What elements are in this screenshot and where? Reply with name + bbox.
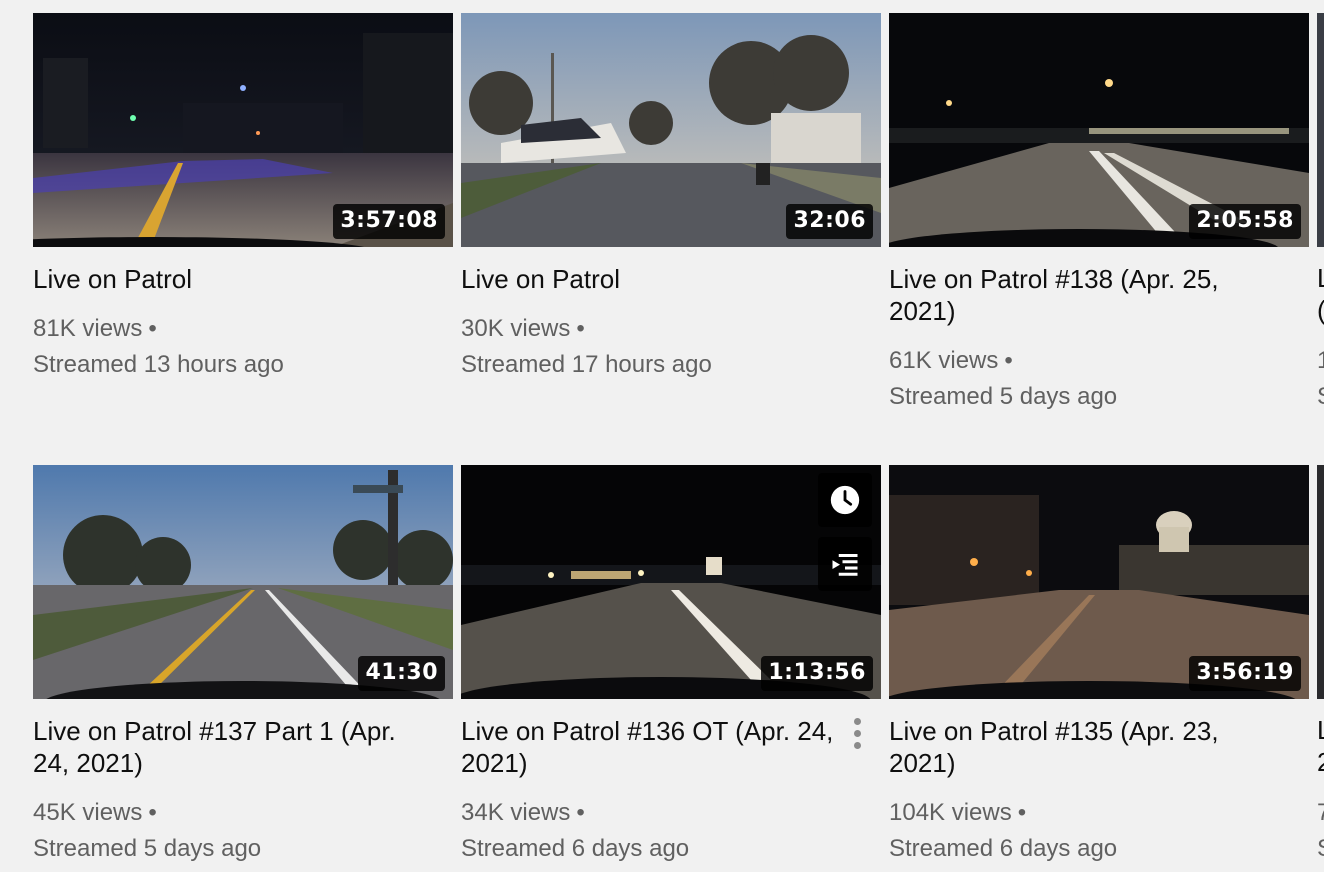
video-card-partial[interactable]: L ( 1 S <box>1317 13 1324 433</box>
video-thumbnail[interactable]: 32:06 <box>461 13 881 247</box>
watch-later-button[interactable] <box>818 473 872 527</box>
view-count: 45K views • <box>33 799 157 826</box>
stream-date: Streamed 5 days ago <box>33 835 262 862</box>
stream-date: Streamed 13 hours ago <box>33 351 284 378</box>
video-title[interactable]: Live on Patrol #137 Part 1 (Apr. 24, 202… <box>33 715 413 779</box>
duration-badge: 2:05:58 <box>1189 204 1301 239</box>
stream-date: Streamed 17 hours ago <box>461 351 712 378</box>
more-vert-icon[interactable] <box>845 713 869 753</box>
view-count: 34K views • <box>461 799 585 826</box>
video-thumbnail[interactable]: 3:56:19 <box>889 465 1309 699</box>
video-thumbnail[interactable]: 2:05:58 <box>889 13 1309 247</box>
duration-badge: 3:56:19 <box>1189 656 1301 691</box>
video-title[interactable]: Live on Patrol #138 (Apr. 25, 2021) <box>889 263 1269 327</box>
view-count: 61K views • <box>889 347 1013 374</box>
video-title-partial[interactable]: L <box>1317 715 1324 746</box>
stream-date: Streamed 6 days ago <box>461 835 690 862</box>
video-title[interactable]: Live on Patrol <box>461 263 841 295</box>
add-to-queue-icon <box>832 554 858 576</box>
video-thumbnail[interactable]: 3:57:08 <box>33 13 453 247</box>
view-count: 81K views • <box>33 315 157 342</box>
view-count-partial: 7 <box>1317 799 1324 826</box>
video-title[interactable]: Live on Patrol #135 (Apr. 23, 2021) <box>889 715 1269 779</box>
add-to-queue-button[interactable] <box>818 537 872 591</box>
stream-date: Streamed 6 days ago <box>889 835 1118 862</box>
view-count-partial: 1 <box>1317 347 1324 374</box>
clock-icon <box>830 485 860 515</box>
video-thumbnail[interactable]: 41:30 <box>33 465 453 699</box>
video-title-partial-line2: 2 <box>1317 747 1324 778</box>
duration-badge: 32:06 <box>786 204 873 239</box>
video-title-partial[interactable]: L <box>1317 263 1324 294</box>
stream-date-partial: S <box>1317 835 1324 863</box>
video-title[interactable]: Live on Patrol #136 OT (Apr. 24, 2021) <box>461 715 841 779</box>
stream-date: Streamed 5 days ago <box>889 383 1118 410</box>
video-thumbnail[interactable] <box>1317 465 1324 699</box>
video-title-partial-line2: ( <box>1317 295 1324 326</box>
duration-badge: 41:30 <box>358 656 445 691</box>
video-thumbnail[interactable] <box>1317 13 1324 247</box>
view-count: 104K views • <box>889 799 1027 826</box>
view-count: 30K views • <box>461 315 585 342</box>
duration-badge: 1:13:56 <box>761 656 873 691</box>
duration-badge: 3:57:08 <box>333 204 445 239</box>
stream-date-partial: S <box>1317 383 1324 411</box>
video-card-partial[interactable]: L 2 7 S <box>1317 465 1324 872</box>
video-thumbnail[interactable]: 1:13:56 <box>461 465 881 699</box>
video-title[interactable]: Live on Patrol <box>33 263 413 295</box>
